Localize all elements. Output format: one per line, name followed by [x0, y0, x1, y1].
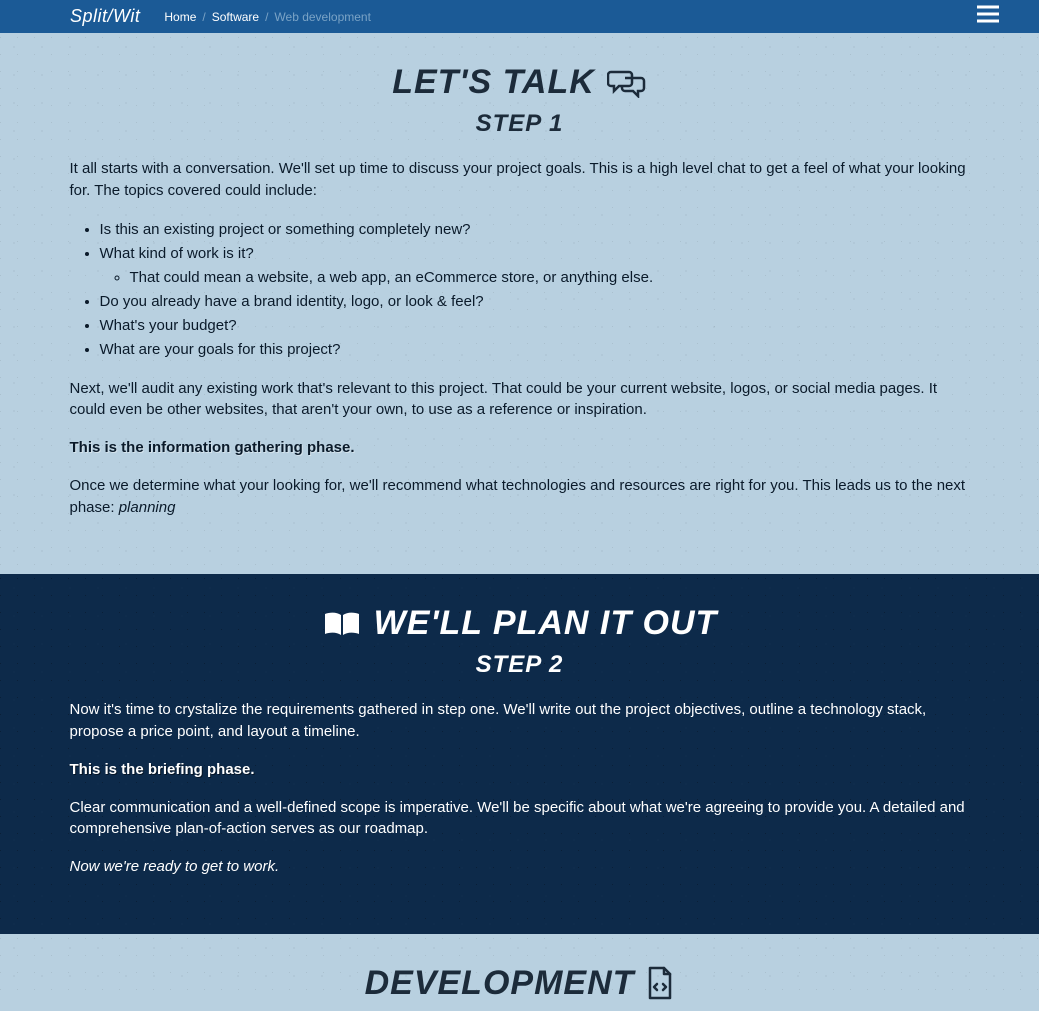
step-1-phase-text: This is the information gathering phase. — [70, 437, 970, 459]
step-1-label: STEP 1 — [70, 110, 970, 138]
step-3-section: DEVELOPMENT — [0, 934, 1039, 1003]
open-book-icon — [322, 609, 362, 639]
list-item-text: What kind of work is it? — [100, 245, 254, 262]
step-1-section: LET'S TALK STEP 1 It all starts with a c… — [0, 33, 1039, 574]
step-1-closing-text: Once we determine what your looking for,… — [70, 475, 970, 519]
breadcrumb-home[interactable]: Home — [164, 10, 196, 24]
step-1-title: LET'S TALK — [70, 63, 970, 102]
site-logo[interactable]: Split/Wit — [70, 6, 140, 27]
breadcrumb-software[interactable]: Software — [212, 10, 259, 24]
step-1-intro: It all starts with a conversation. We'll… — [70, 158, 970, 202]
file-code-icon — [646, 966, 674, 1000]
breadcrumb-separator: / — [265, 10, 268, 24]
step-3-title-text: DEVELOPMENT — [365, 964, 635, 1003]
list-item: What kind of work is it? That could mean… — [100, 242, 970, 290]
step-2-section: WE'LL PLAN IT OUT STEP 2 Now it's time t… — [0, 574, 1039, 934]
step-1-topics-list: Is this an existing project or something… — [100, 218, 970, 362]
emphasis-text: planning — [119, 499, 176, 516]
list-item: Do you already have a brand identity, lo… — [100, 290, 970, 314]
navbar: Split/Wit Home / Software / Web developm… — [0, 0, 1039, 33]
emphasis-text: Now we're ready to get to work. — [70, 858, 280, 875]
step-2-title-text: WE'LL PLAN IT OUT — [374, 604, 718, 643]
step-2-title: WE'LL PLAN IT OUT — [70, 604, 970, 643]
breadcrumb: Home / Software / Web development — [164, 10, 371, 24]
text: Once we determine what your looking for,… — [70, 477, 966, 516]
hamburger-menu-icon[interactable] — [977, 5, 999, 28]
step-2-phase-text: This is the briefing phase. — [70, 759, 970, 781]
chat-bubbles-icon — [607, 68, 647, 98]
step-3-title: DEVELOPMENT — [70, 964, 970, 1003]
step-2-ready-text: Now we're ready to get to work. — [70, 856, 970, 878]
step-1-title-text: LET'S TALK — [392, 63, 595, 102]
list-item: Is this an existing project or something… — [100, 218, 970, 242]
step-1-audit-text: Next, we'll audit any existing work that… — [70, 378, 970, 422]
step-2-para1: Now it's time to crystalize the requirem… — [70, 699, 970, 743]
breadcrumb-current: Web development — [274, 10, 371, 24]
step-2-para2: Clear communication and a well-defined s… — [70, 797, 970, 841]
list-item: What are your goals for this project? — [100, 338, 970, 362]
list-item: What's your budget? — [100, 314, 970, 338]
breadcrumb-separator: / — [202, 10, 205, 24]
list-item: That could mean a website, a web app, an… — [130, 266, 970, 290]
step-2-label: STEP 2 — [70, 651, 970, 679]
